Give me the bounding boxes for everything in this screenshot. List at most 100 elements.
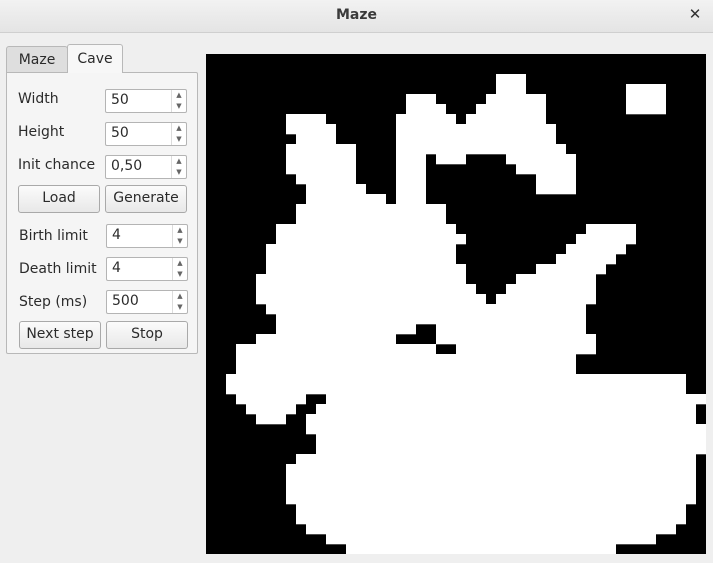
birth-limit-spinbox[interactable]: 4 ▲ ▼	[106, 224, 188, 248]
width-value[interactable]: 50	[111, 92, 129, 108]
cave-floor-cell-run	[406, 94, 436, 105]
cave-floor-cell-run	[306, 194, 386, 205]
cave-floor-cell-run	[406, 104, 446, 115]
width-increment-icon[interactable]: ▲	[174, 90, 184, 100]
title-bar: Maze ✕	[0, 0, 713, 33]
cave-floor-cell-run	[266, 244, 456, 255]
cave-floor-cell-run	[516, 274, 596, 285]
cave-floor-cell-run	[556, 254, 616, 265]
cave-floor-cell-run	[256, 334, 396, 345]
cave-floor-cell-run	[396, 174, 426, 185]
generate-button[interactable]: Generate	[105, 185, 187, 213]
cave-floor-cell-run	[586, 224, 636, 235]
cave-floor-cell-run	[396, 124, 556, 135]
cave-floor-cell-run	[436, 334, 596, 345]
cave-floor-cell-run	[296, 134, 336, 145]
cave-floor-cell-run	[516, 164, 576, 175]
step-ms-spinbox[interactable]: 500 ▲ ▼	[106, 290, 188, 314]
cave-floor-cell-run	[306, 524, 676, 535]
cave-floor-cell-run	[296, 214, 446, 225]
cave-floor-cell-run	[256, 414, 286, 425]
cave-floor-cell-run	[536, 174, 576, 185]
stop-button[interactable]: Stop	[106, 321, 188, 349]
birth-limit-label: Birth limit	[19, 228, 88, 244]
cave-floor-cell-run	[286, 124, 336, 135]
cave-floor-cell-run	[226, 374, 686, 385]
step-ms-decrement-icon[interactable]: ▼	[175, 302, 185, 312]
tab-maze[interactable]: Maze	[6, 46, 68, 73]
cave-floor-cell-run	[306, 184, 366, 195]
cave-floor-cell-run	[306, 414, 696, 425]
cave-floor-cell-run	[276, 324, 416, 335]
death-limit-decrement-icon[interactable]: ▼	[175, 269, 185, 279]
birth-limit-value[interactable]: 4	[112, 227, 121, 243]
init-chance-spinbox[interactable]: 0,50 ▲ ▼	[105, 155, 187, 179]
cave-floor-cell-run	[346, 544, 616, 554]
cave-floor-cell-run	[286, 494, 696, 505]
cave-floor-cell-run	[286, 464, 696, 475]
death-limit-value[interactable]: 4	[112, 260, 121, 276]
cave-floor-cell-run	[506, 284, 596, 295]
height-label: Height	[18, 124, 65, 140]
cave-floor-cell-run	[276, 224, 456, 235]
init-chance-label: Init chance	[18, 157, 96, 173]
cave-floor-cell-run	[626, 84, 666, 95]
cave-floor-cell-run	[286, 154, 356, 165]
height-spinbox[interactable]: 50 ▲ ▼	[105, 122, 187, 146]
cave-floor-cell-run	[316, 404, 696, 415]
cave-floor-cell-run	[266, 304, 586, 315]
cave-floor-cell-run	[296, 504, 686, 515]
cave-canvas	[206, 54, 706, 554]
death-limit-spinbox[interactable]: 4 ▲ ▼	[106, 257, 188, 281]
cave-floor-cell-run	[466, 114, 546, 125]
birth-limit-decrement-icon[interactable]: ▼	[175, 236, 185, 246]
init-chance-value[interactable]: 0,50	[111, 158, 142, 174]
cave-floor-cell-run	[396, 114, 456, 125]
cave-floor-cell-run	[296, 514, 686, 525]
window-title: Maze	[335, 7, 378, 23]
height-increment-icon[interactable]: ▲	[174, 123, 184, 133]
cave-floor-cell-run	[256, 294, 486, 305]
close-icon[interactable]: ✕	[686, 5, 704, 23]
cave-floor-cell-run	[246, 404, 296, 415]
cave-floor-cell-run	[296, 174, 356, 185]
cave-floor-cell-run	[626, 104, 666, 115]
cave-floor-cell-run	[316, 444, 706, 455]
init-chance-increment-icon[interactable]: ▲	[174, 156, 184, 166]
cave-floor-cell-run	[396, 134, 556, 145]
cave-floor-cell-run	[536, 184, 576, 195]
cave-floor-cell-run	[296, 454, 696, 465]
cave-floor-cell-run	[536, 264, 606, 275]
cave-floor-cell-run	[276, 234, 466, 245]
death-limit-increment-icon[interactable]: ▲	[175, 258, 185, 268]
width-decrement-icon[interactable]: ▼	[174, 101, 184, 111]
cave-floor-cell-run	[496, 74, 526, 85]
death-limit-label: Death limit	[19, 261, 97, 277]
cave-settings-panel: Width 50 ▲ ▼ Height 50 ▲ ▼ Init chance 0,5…	[6, 72, 198, 354]
height-value[interactable]: 50	[111, 125, 129, 141]
step-ms-value[interactable]: 500	[112, 293, 139, 309]
width-spinbox[interactable]: 50 ▲ ▼	[105, 89, 187, 113]
cave-floor-cell-run	[236, 394, 306, 405]
init-chance-decrement-icon[interactable]: ▼	[174, 167, 184, 177]
height-decrement-icon[interactable]: ▼	[174, 134, 184, 144]
cave-floor-cell-run	[506, 154, 576, 165]
next-step-button[interactable]: Next step	[19, 321, 101, 349]
cave-floor-cell-run	[316, 434, 706, 445]
cave-floor-cell-run	[266, 264, 466, 275]
load-button[interactable]: Load	[18, 185, 100, 213]
cave-floor-cell-run	[396, 144, 566, 155]
cave-floor-cell-run	[266, 254, 456, 265]
cave-floor-cell-run	[256, 284, 476, 295]
cave-floor-cell-run	[496, 84, 526, 95]
cave-floor-cell-run	[286, 144, 356, 155]
cave-floor-cell-run	[296, 204, 446, 215]
cave-floor-cell-run	[476, 104, 546, 115]
birth-limit-increment-icon[interactable]: ▲	[175, 225, 185, 235]
width-label: Width	[18, 91, 59, 107]
step-ms-increment-icon[interactable]: ▲	[175, 291, 185, 301]
cave-floor-cell-run	[236, 344, 436, 355]
tab-cave[interactable]: Cave	[67, 44, 123, 73]
cave-floor-cell-run	[306, 424, 706, 435]
cave-floor-cell-run	[226, 384, 686, 395]
